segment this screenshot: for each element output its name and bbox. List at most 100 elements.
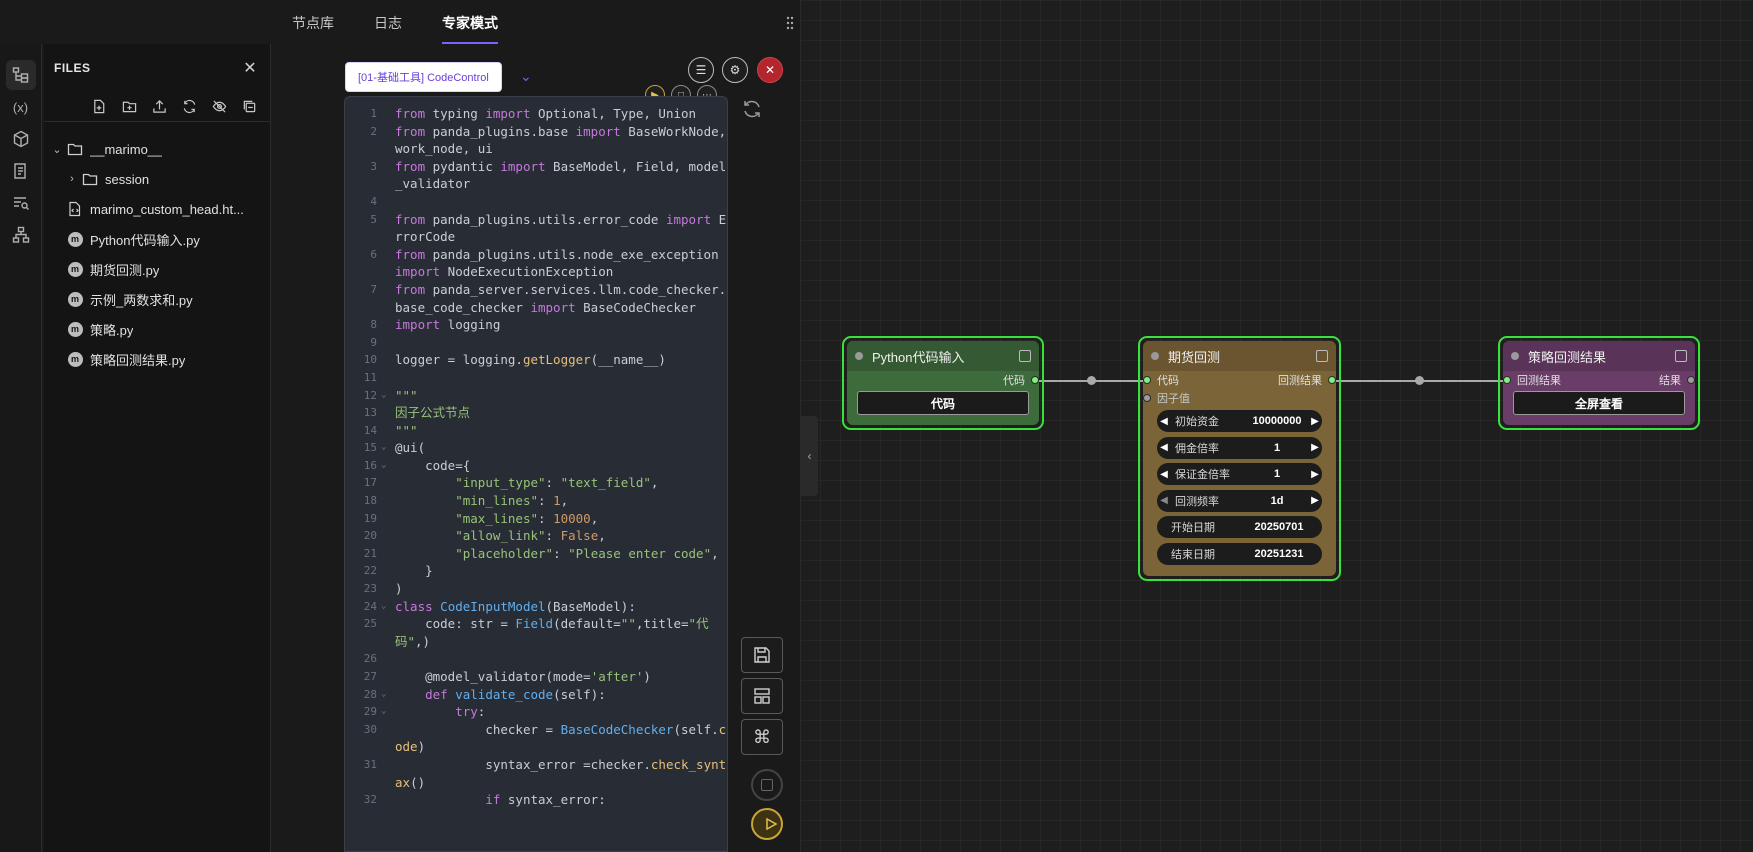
code-line[interactable]: 8 import logging xyxy=(345,316,727,334)
param-initial-capital[interactable]: ◀ 初始资金 10000000 ▶ xyxy=(1157,410,1322,432)
code-line[interactable]: 16 ⌄ code={ xyxy=(345,457,727,475)
edge-midpoint[interactable] xyxy=(1087,376,1096,385)
chevron-right-icon[interactable]: › xyxy=(65,173,79,185)
param-margin-rate[interactable]: ◀ 保证金倍率 1 ▶ xyxy=(1157,463,1322,485)
gear-icon[interactable]: ⚙ xyxy=(722,57,748,83)
code-line[interactable]: 2 from panda_plugins.base import BaseWork… xyxy=(345,123,727,158)
code-line[interactable]: 15 ⌄ @ui( xyxy=(345,439,727,457)
param-start-date[interactable]: 开始日期 20250701 xyxy=(1157,516,1322,538)
input-port[interactable] xyxy=(1143,394,1151,402)
output-port[interactable] xyxy=(1687,376,1695,384)
variables-icon[interactable]: (x) xyxy=(6,92,36,122)
collapse-panel-button[interactable]: ‹ xyxy=(801,416,818,496)
chevron-down-icon[interactable]: ⌄ xyxy=(520,68,532,85)
save-button[interactable] xyxy=(741,637,783,673)
tree-file-py[interactable]: m 策略.py xyxy=(44,314,270,344)
code-line[interactable]: 22 } xyxy=(345,562,727,580)
code-line[interactable]: 18 "min_lines": 1, xyxy=(345,492,727,510)
fold-chevron-icon[interactable]: ⌄ xyxy=(381,387,386,405)
close-icon[interactable]: ✕ xyxy=(240,58,260,78)
fold-chevron-icon[interactable]: ⌄ xyxy=(381,439,386,457)
input-port[interactable] xyxy=(1503,376,1511,384)
edge-midpoint[interactable] xyxy=(1415,376,1424,385)
node-strategy-result[interactable]: 策略回测结果 回测结果 结果 全屏查看 xyxy=(1498,336,1700,430)
drag-handle-icon[interactable] xyxy=(786,16,796,30)
code-line[interactable]: 25 code: str = Field(default="",title="代… xyxy=(345,615,727,650)
tree-file-py[interactable]: m 示例_两数求和.py xyxy=(44,284,270,314)
code-line[interactable]: 29 ⌄ try: xyxy=(345,703,727,721)
increment-icon[interactable]: ▶ xyxy=(1308,416,1322,427)
fullscreen-view-button[interactable]: 全屏查看 xyxy=(1513,391,1685,415)
layout-button[interactable] xyxy=(741,678,783,714)
output-port[interactable] xyxy=(1328,376,1336,384)
code-line[interactable]: 20 "allow_link": False, xyxy=(345,527,727,545)
fold-chevron-icon[interactable]: ⌄ xyxy=(381,686,386,704)
decrement-icon[interactable]: ◀ xyxy=(1157,416,1171,427)
collapse-all-icon[interactable] xyxy=(238,96,260,118)
code-line[interactable]: 17 "input_type": "text_field", xyxy=(345,474,727,492)
run-button[interactable] xyxy=(751,808,783,840)
tab-logs[interactable]: 日志 xyxy=(354,0,422,44)
code-line[interactable]: 3 from pydantic import BaseModel, Field, … xyxy=(345,158,727,193)
tree-file-py[interactable]: m Python代码输入.py xyxy=(44,224,270,254)
code-line[interactable]: 14 """ xyxy=(345,422,727,440)
increment-icon[interactable]: ▶ xyxy=(1308,495,1322,506)
code-button[interactable]: 代码 xyxy=(857,391,1029,415)
code-line[interactable]: 30 checker = BaseCodeChecker(self.code) xyxy=(345,721,727,756)
code-line[interactable]: 11 xyxy=(345,369,727,387)
code-line[interactable]: 12 ⌄ """ xyxy=(345,387,727,405)
tab-expert-mode[interactable]: 专家模式 xyxy=(422,0,518,44)
output-port[interactable] xyxy=(1031,376,1039,384)
hide-icon[interactable] xyxy=(208,96,230,118)
tree-file-html[interactable]: marimo_custom_head.ht... xyxy=(44,194,270,224)
fold-chevron-icon[interactable]: ⌄ xyxy=(381,598,386,616)
param-frequency[interactable]: ◀ 回测频率 1d ▶ xyxy=(1157,489,1322,512)
node-python-input[interactable]: Python代码输入 代码 代码 xyxy=(842,336,1044,430)
tree-file-py[interactable]: m 策略回测结果.py xyxy=(44,344,270,374)
refresh-icon[interactable] xyxy=(178,96,200,118)
code-line[interactable]: 31 syntax_error =checker.check_syntax() xyxy=(345,756,727,791)
code-line[interactable]: 21 "placeholder": "Please enter code", xyxy=(345,545,727,563)
package-icon[interactable] xyxy=(6,124,36,154)
search-list-icon[interactable] xyxy=(6,188,36,218)
code-line[interactable]: 7 from panda_server.services.llm.code_che… xyxy=(345,281,727,316)
code-line[interactable]: 28 ⌄ def validate_code(self): xyxy=(345,686,727,704)
code-line[interactable]: 32 if syntax_error: xyxy=(345,791,727,809)
upload-icon[interactable] xyxy=(148,96,170,118)
decrement-icon[interactable]: ◀ xyxy=(1157,495,1171,506)
code-line[interactable]: 19 "max_lines": 10000, xyxy=(345,510,727,528)
tab-node-library[interactable]: 节点库 xyxy=(272,0,354,44)
code-line[interactable]: 1 from typing import Optional, Type, Unio… xyxy=(345,105,727,123)
edit-icon[interactable] xyxy=(1316,350,1328,362)
edit-icon[interactable] xyxy=(1019,350,1031,362)
file-explorer-icon[interactable] xyxy=(5,60,36,90)
code-line[interactable]: 26 xyxy=(345,650,727,668)
code-editor[interactable]: 1 from typing import Optional, Type, Unio… xyxy=(344,96,728,852)
code-line[interactable]: 5 from panda_plugins.utils.error_code imp… xyxy=(345,211,727,246)
node-tag[interactable]: [01-基础工具] CodeControl xyxy=(345,62,502,92)
chevron-down-icon[interactable]: ⌄ xyxy=(50,143,64,156)
fold-chevron-icon[interactable]: ⌄ xyxy=(381,703,386,721)
increment-icon[interactable]: ▶ xyxy=(1308,442,1322,453)
param-commission-rate[interactable]: ◀ 佣金倍率 1 ▶ xyxy=(1157,436,1322,459)
increment-icon[interactable]: ▶ xyxy=(1308,469,1322,480)
code-line[interactable]: 6 from panda_plugins.utils.node_exe_excep… xyxy=(345,246,727,281)
node-futures-backtest[interactable]: 期货回测 代码 回测结果 因子值 ◀ 初始资金 10000000 ▶ ◀ 佣金倍… xyxy=(1138,336,1341,581)
edit-icon[interactable] xyxy=(1675,350,1687,362)
code-line[interactable]: 23) xyxy=(345,580,727,598)
code-line[interactable]: 13 因子公式节点 xyxy=(345,404,727,422)
code-line[interactable]: 9 xyxy=(345,334,727,352)
decrement-icon[interactable]: ◀ xyxy=(1157,469,1171,480)
code-line[interactable]: 4 xyxy=(345,193,727,211)
input-port[interactable] xyxy=(1143,376,1151,384)
code-line[interactable]: 27 @model_validator(mode='after') xyxy=(345,668,727,686)
close-icon[interactable]: ✕ xyxy=(757,57,783,83)
tree-folder-session[interactable]: › session xyxy=(44,164,270,194)
fold-chevron-icon[interactable]: ⌄ xyxy=(381,457,386,475)
tree-folder-marimo[interactable]: ⌄ __marimo__ xyxy=(44,134,270,164)
code-line[interactable]: 10 logger = logging.getLogger(__name__) xyxy=(345,351,727,369)
new-folder-icon[interactable] xyxy=(118,96,140,118)
new-file-icon[interactable] xyxy=(88,96,110,118)
code-line[interactable]: 24 ⌄ class CodeInputModel(BaseModel): xyxy=(345,598,727,616)
param-end-date[interactable]: 结束日期 20251231 xyxy=(1157,542,1322,565)
